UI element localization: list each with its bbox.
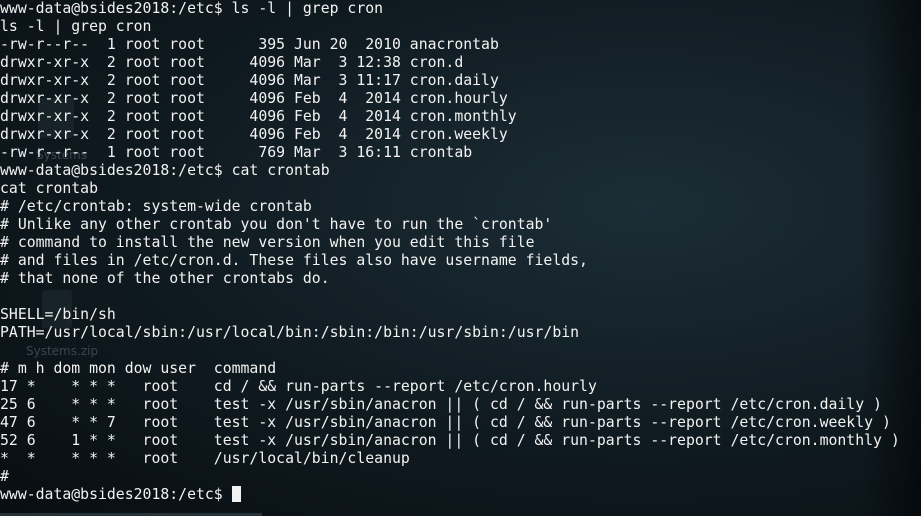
terminal-line: 52 6 1 * * root test -x /usr/sbin/anacro…	[0, 432, 900, 449]
terminal-line: drwxr-xr-x 2 root root 4096 Mar 3 11:17 …	[0, 72, 499, 89]
terminal-line: #	[0, 468, 9, 485]
terminal-line: drwxr-xr-x 2 root root 4096 Feb 4 2014 c…	[0, 90, 508, 107]
terminal-window[interactable]: Systems Systems.zip www-data@bsides2018:…	[0, 0, 921, 516]
terminal-line: drwxr-xr-x 2 root root 4096 Mar 3 12:38 …	[0, 54, 464, 71]
terminal-line: cat crontab	[0, 180, 98, 197]
terminal-line: # that none of the other crontabs do.	[0, 270, 330, 287]
terminal-line: -rw-r--r-- 1 root root 769 Mar 3 16:11 c…	[0, 144, 473, 161]
terminal-line: drwxr-xr-x 2 root root 4096 Feb 4 2014 c…	[0, 108, 517, 125]
terminal-line: PATH=/usr/local/sbin:/usr/local/bin:/sbi…	[0, 324, 580, 341]
terminal-line: # m h dom mon dow user command	[0, 360, 277, 377]
terminal-line: 17 * * * * root cd / && run-parts --repo…	[0, 378, 597, 395]
terminal-line: # and files in /etc/cron.d. These files …	[0, 252, 588, 269]
terminal-line: SHELL=/bin/sh	[0, 306, 116, 323]
terminal-output: www-data@bsides2018:/etc$ ls -l | grep c…	[0, 0, 900, 504]
terminal-line: www-data@bsides2018:/etc$ ls -l | grep c…	[0, 0, 384, 17]
terminal-line: # /etc/crontab: system-wide crontab	[0, 198, 312, 215]
prompt-text: www-data@bsides2018:/etc$	[0, 486, 232, 503]
terminal-line: -rw-r--r-- 1 root root 395 Jun 20 2010 a…	[0, 36, 499, 53]
terminal-line: 47 6 * * 7 root test -x /usr/sbin/anacro…	[0, 414, 891, 431]
terminal-line: drwxr-xr-x 2 root root 4096 Feb 4 2014 c…	[0, 126, 508, 143]
terminal-line: ls -l | grep cron	[0, 18, 152, 35]
terminal-line: # Unlike any other crontab you don't hav…	[0, 216, 553, 233]
terminal-line: 25 6 * * * root test -x /usr/sbin/anacro…	[0, 396, 882, 413]
terminal-line: # command to install the new version whe…	[0, 234, 535, 251]
command-prompt-line[interactable]: www-data@bsides2018:/etc$	[0, 486, 900, 504]
text-cursor	[231, 486, 241, 502]
terminal-line: www-data@bsides2018:/etc$ cat crontab	[0, 162, 330, 179]
terminal-line: * * * * * root /usr/local/bin/cleanup	[0, 450, 410, 467]
